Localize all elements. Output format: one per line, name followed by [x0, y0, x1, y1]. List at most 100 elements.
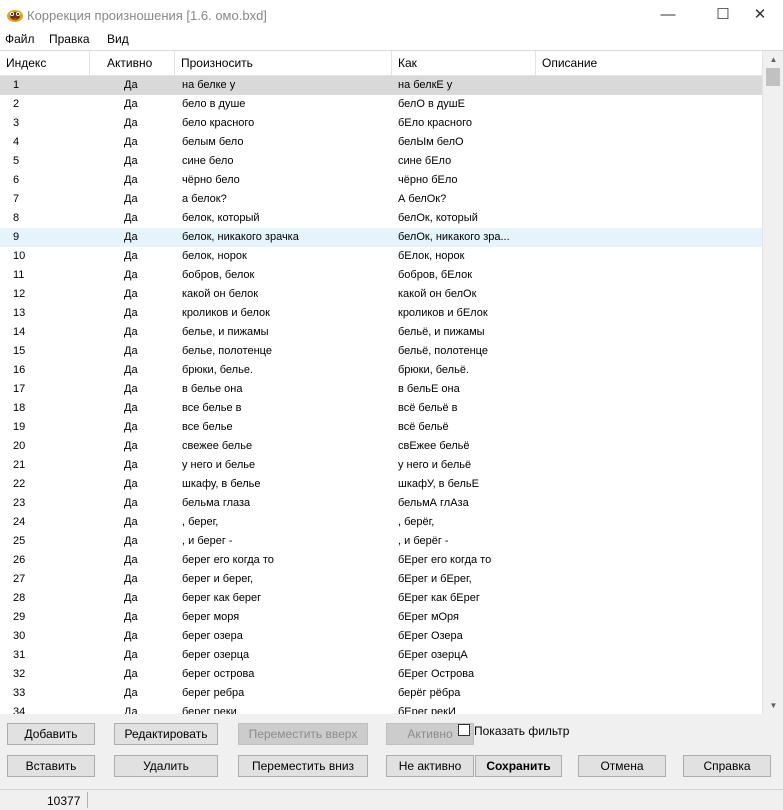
table-row[interactable]: 7 Да а белок? А белОк?: [0, 190, 762, 209]
table-row[interactable]: 20 Да свежее белье свЕжее бельё: [0, 437, 762, 456]
table-row[interactable]: 10 Да белок, норок бЕлок, норок: [0, 247, 762, 266]
cell-pronounce: чёрно бело: [182, 174, 240, 186]
cell-how: берёг рёбра: [398, 687, 461, 699]
move-down-button[interactable]: Переместить вниз: [238, 755, 368, 777]
cell-pronounce: берег и берег,: [182, 573, 254, 585]
scroll-down-icon[interactable]: ▼: [763, 697, 783, 714]
table-row[interactable]: 30 Да берег озера бЕрег Озера: [0, 627, 762, 646]
cell-how: бЕлок, норок: [398, 250, 465, 262]
cell-description: [542, 646, 752, 665]
cell-pronounce: бело красного: [182, 117, 255, 129]
table-row[interactable]: 21 Да у него и белье у него и бельё: [0, 456, 762, 475]
cell-how: бобров, бЕлок: [398, 269, 473, 281]
table-row[interactable]: 29 Да берег моря бЕрег мОря: [0, 608, 762, 627]
move-up-button[interactable]: Переместить вверх: [238, 723, 368, 745]
show-filter-checkbox[interactable]: [458, 724, 470, 736]
column-header-description[interactable]: Описание: [536, 51, 762, 75]
minimize-button[interactable]: —: [645, 0, 691, 30]
table-row[interactable]: 1 Да на белке у на белкЕ у: [0, 76, 762, 95]
cancel-button[interactable]: Отмена: [578, 755, 666, 777]
cell-pronounce: берег озерца: [182, 649, 250, 661]
menu-edit[interactable]: Правка: [49, 32, 90, 46]
cell-active: Да: [124, 364, 138, 376]
scroll-up-icon[interactable]: ▲: [763, 51, 783, 68]
column-header-active[interactable]: Активно: [90, 51, 175, 75]
cell-description: [542, 247, 752, 266]
cell-pronounce: берег как берег: [182, 592, 262, 604]
cell-active: Да: [124, 573, 138, 585]
cell-pronounce: бельма глаза: [182, 497, 251, 509]
column-header-index[interactable]: Индекс: [0, 51, 90, 75]
add-button[interactable]: Добавить: [7, 723, 95, 745]
table-row[interactable]: 5 Да сине бело сине бЕло: [0, 152, 762, 171]
delete-button[interactable]: Удалить: [114, 755, 218, 777]
cell-index: 19: [13, 421, 26, 433]
pronunciation-list[interactable]: Индекс Активно Произносить Как Описание …: [0, 50, 783, 714]
cell-how: бЕрег озерцА: [398, 649, 468, 661]
cell-description: [542, 475, 752, 494]
vertical-scrollbar[interactable]: ▲ ▼: [762, 51, 783, 714]
cell-description: [542, 437, 752, 456]
cell-active: Да: [124, 497, 138, 509]
table-row[interactable]: 14 Да белье, и пижамы бельё, и пижамы: [0, 323, 762, 342]
cell-active: Да: [124, 326, 138, 338]
table-row[interactable]: 34 Да берег реки бЕрег рекИ: [0, 703, 762, 714]
column-header-how[interactable]: Как: [392, 51, 536, 75]
table-row[interactable]: 28 Да берег как берег бЕрег как бЕрег: [0, 589, 762, 608]
cell-active: Да: [124, 98, 138, 110]
table-row[interactable]: 23 Да бельма глаза бельмА глАза: [0, 494, 762, 513]
cell-active: Да: [124, 478, 138, 490]
cell-how: сине бЕло: [398, 155, 452, 167]
table-row[interactable]: 17 Да в белье она в бельЕ она: [0, 380, 762, 399]
cell-pronounce: берег его когда то: [182, 554, 274, 566]
insert-button[interactable]: Вставить: [7, 755, 95, 777]
table-row[interactable]: 18 Да все белье в всё бельё в: [0, 399, 762, 418]
table-row[interactable]: 22 Да шкафу, в белье шкафУ, в бельЕ: [0, 475, 762, 494]
menu-file[interactable]: Файл: [5, 32, 35, 46]
cell-how: бельё, полотенце: [398, 345, 488, 357]
table-row[interactable]: 27 Да берег и берег, бЕрег и бЕрег,: [0, 570, 762, 589]
cell-active: Да: [124, 687, 138, 699]
table-row[interactable]: 4 Да белым бело белЫм белО: [0, 133, 762, 152]
menu-view[interactable]: Вид: [107, 32, 129, 46]
table-row[interactable]: 2 Да бело в душе белО в душЕ: [0, 95, 762, 114]
cell-index: 26: [13, 554, 26, 566]
table-row[interactable]: 11 Да бобров, белок бобров, бЕлок: [0, 266, 762, 285]
table-row[interactable]: 26 Да берег его когда то бЕрег его когда то: [0, 551, 762, 570]
cell-index: 20: [13, 440, 26, 452]
cell-description: [542, 95, 752, 114]
cell-pronounce: а белок?: [182, 193, 227, 205]
cell-active: Да: [124, 706, 138, 714]
table-row[interactable]: 13 Да кроликов и белок кроликов и бЕлок: [0, 304, 762, 323]
scroll-thumb[interactable]: [766, 68, 780, 86]
save-button[interactable]: Сохранить: [475, 755, 562, 777]
table-row[interactable]: 8 Да белок, который белОк, который: [0, 209, 762, 228]
table-row[interactable]: 6 Да чёрно бело чёрно бЕло: [0, 171, 762, 190]
table-row[interactable]: 19 Да все белье всё бельё: [0, 418, 762, 437]
table-row[interactable]: 24 Да , берег, , берёг,: [0, 513, 762, 532]
table-row[interactable]: 16 Да брюки, белье. брюки, бельё.: [0, 361, 762, 380]
help-button[interactable]: Справка: [683, 755, 771, 777]
cell-description: [542, 418, 752, 437]
table-row[interactable]: 33 Да берег ребра берёг рёбра: [0, 684, 762, 703]
menu-bar: Файл Правка Вид: [0, 30, 783, 50]
table-row[interactable]: 15 Да белье, полотенце бельё, полотенце: [0, 342, 762, 361]
cell-description: [542, 76, 752, 95]
table-row[interactable]: 25 Да , и берег - , и берёг -: [0, 532, 762, 551]
cell-active: Да: [124, 117, 138, 129]
cell-description: [542, 209, 752, 228]
edit-button[interactable]: Редактировать: [114, 723, 218, 745]
cell-index: 3: [13, 117, 20, 129]
cell-index: 17: [13, 383, 26, 395]
table-row[interactable]: 3 Да бело красного бЕло красного: [0, 114, 762, 133]
table-row[interactable]: 32 Да берег острова бЕрег Острова: [0, 665, 762, 684]
table-row[interactable]: 12 Да какой он белок какой он белОк: [0, 285, 762, 304]
cell-how: брюки, бельё.: [398, 364, 469, 376]
table-row[interactable]: 9 Да белок, никакого зрачка белОк, никакого…: [0, 228, 762, 247]
column-header-pronounce[interactable]: Произносить: [175, 51, 392, 75]
close-button[interactable]: ✕: [737, 0, 783, 30]
cell-active: Да: [124, 440, 138, 452]
inactive-button[interactable]: Не активно: [386, 755, 474, 777]
cell-how: шкафУ, в бельЕ: [398, 478, 480, 490]
table-row[interactable]: 31 Да берег озерца бЕрег озерцА: [0, 646, 762, 665]
